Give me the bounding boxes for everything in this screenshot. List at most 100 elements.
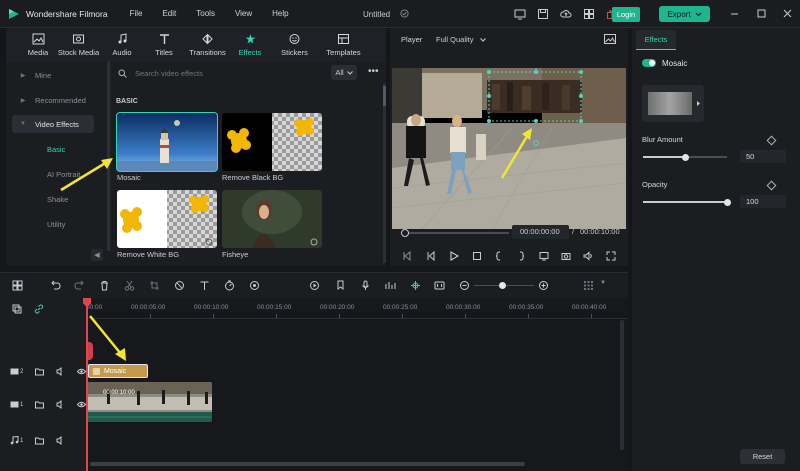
ai-icon[interactable]	[434, 280, 445, 291]
folder-icon[interactable]	[35, 367, 45, 376]
cut-icon[interactable]	[124, 280, 135, 291]
play-icon[interactable]	[449, 251, 459, 261]
tab-effects[interactable]: Effects	[233, 28, 267, 61]
speaker-icon[interactable]	[56, 367, 65, 376]
video-clip[interactable]	[87, 382, 212, 422]
zoom-out-icon[interactable]	[459, 280, 470, 291]
search-field[interactable]	[118, 65, 328, 81]
search-input[interactable]	[135, 68, 315, 78]
sidebar-item-recommended[interactable]: ▶ Recommended	[6, 91, 106, 109]
previous-frame-icon[interactable]	[402, 251, 412, 261]
menu-view[interactable]: View	[235, 9, 252, 18]
tab-templates[interactable]: Templates	[320, 28, 367, 61]
login-button[interactable]: Login	[612, 7, 640, 22]
sidebar-sub-utility[interactable]: Utility	[47, 220, 65, 229]
effect-card-mosaic[interactable]	[116, 112, 218, 172]
timeline-horizontal-scrollbar[interactable]	[90, 462, 525, 466]
tab-effects-properties[interactable]: Effects	[636, 30, 676, 50]
tab-stickers[interactable]: Stickers	[271, 28, 318, 61]
link-icon[interactable]	[34, 304, 44, 314]
quality-dropdown[interactable]: Full Quality	[436, 35, 486, 44]
add-track-icon[interactable]	[12, 304, 22, 314]
speaker-icon[interactable]	[56, 400, 65, 409]
keyframe-icon[interactable]	[766, 180, 777, 191]
blur-amount-knob[interactable]	[681, 153, 689, 161]
text-icon[interactable]	[199, 280, 210, 291]
more-options-icon[interactable]: •••	[368, 66, 379, 77]
zoom-slider-knob[interactable]	[499, 282, 506, 289]
sidebar-item-mine[interactable]: ▶ Mine	[6, 66, 106, 84]
tab-titles[interactable]: Titles	[147, 28, 181, 61]
reset-button[interactable]: Reset	[740, 449, 785, 464]
audio-mixer-icon[interactable]	[385, 280, 396, 291]
menu-tools[interactable]: Tools	[196, 9, 215, 18]
volume-icon[interactable]	[583, 251, 593, 261]
crop-icon[interactable]	[149, 280, 160, 291]
zoom-in-icon[interactable]	[538, 280, 549, 291]
render-icon[interactable]	[309, 280, 320, 291]
keyframe-icon[interactable]	[766, 135, 777, 146]
sidebar-sub-shake[interactable]: Shake	[47, 195, 68, 204]
eye-icon[interactable]	[77, 400, 87, 409]
monitor-icon[interactable]	[514, 8, 526, 20]
menu-file[interactable]: File	[130, 9, 143, 18]
speed-icon[interactable]	[224, 280, 235, 291]
playback-scrubber[interactable]	[404, 232, 509, 234]
tab-audio[interactable]: Audio	[105, 28, 139, 61]
grid-icon[interactable]	[583, 8, 595, 20]
microphone-icon[interactable]	[360, 280, 371, 291]
effect-card-remove-white-bg[interactable]	[117, 190, 217, 248]
tab-media[interactable]: Media	[21, 28, 55, 61]
opacity-slider[interactable]	[643, 198, 731, 206]
layout-icon[interactable]	[12, 280, 23, 291]
minimize-icon[interactable]	[729, 8, 740, 19]
mark-out-icon[interactable]	[516, 251, 526, 261]
menu-edit[interactable]: Edit	[162, 9, 176, 18]
menu-help[interactable]: Help	[272, 9, 288, 18]
save-icon[interactable]	[537, 8, 549, 20]
track-headers	[0, 298, 86, 471]
fullscreen-icon[interactable]	[606, 251, 616, 261]
scrubber-handle[interactable]	[401, 229, 409, 237]
grid-view-icon[interactable]	[583, 280, 594, 291]
snapshot-icon[interactable]	[561, 251, 571, 261]
tab-stock-media[interactable]: Stock Media	[55, 28, 102, 61]
image-compare-icon[interactable]	[604, 34, 616, 44]
speaker-icon[interactable]	[56, 436, 65, 445]
effect-preset-thumbnail[interactable]	[642, 85, 704, 122]
cloud-upload-icon[interactable]	[560, 8, 572, 20]
filter-dropdown[interactable]: All	[331, 65, 357, 80]
color-match-icon[interactable]	[249, 280, 260, 291]
blur-amount-input[interactable]: 50	[740, 150, 786, 163]
folder-icon[interactable]	[35, 400, 45, 409]
display-icon[interactable]	[539, 251, 549, 261]
undo-icon[interactable]	[50, 280, 61, 291]
collapse-sidebar-button[interactable]: ◀	[91, 249, 103, 261]
marker-icon[interactable]	[335, 280, 346, 291]
opacity-input[interactable]: 100	[740, 195, 786, 208]
effect-card-remove-black-bg[interactable]	[222, 113, 322, 171]
effect-enable-toggle[interactable]	[642, 59, 656, 67]
close-icon[interactable]	[782, 8, 793, 19]
mark-in-icon[interactable]	[494, 251, 504, 261]
opacity-knob[interactable]	[723, 198, 731, 206]
tab-transitions[interactable]: Transitions	[184, 28, 231, 61]
snap-icon[interactable]	[410, 280, 421, 291]
blur-amount-slider[interactable]	[643, 153, 727, 161]
delete-icon[interactable]	[99, 280, 110, 291]
step-back-icon[interactable]	[426, 251, 436, 261]
video-preview[interactable]	[392, 68, 626, 229]
chevron-down-icon[interactable]: ▼	[600, 280, 606, 286]
folder-icon[interactable]	[35, 436, 45, 445]
disable-icon[interactable]	[174, 280, 185, 291]
eye-icon[interactable]	[77, 367, 87, 376]
redo-icon[interactable]	[74, 280, 85, 291]
effect-card-fisheye[interactable]	[222, 190, 322, 248]
library-scrollbar[interactable]	[383, 83, 386, 263]
maximize-icon[interactable]	[756, 8, 767, 19]
sidebar-item-video-effects[interactable]: ▼ Video Effects	[12, 115, 94, 133]
templates-icon	[338, 33, 349, 44]
export-button[interactable]: Export	[659, 6, 710, 22]
stop-icon[interactable]	[472, 251, 482, 261]
timeline-vertical-scrollbar[interactable]	[620, 320, 624, 450]
